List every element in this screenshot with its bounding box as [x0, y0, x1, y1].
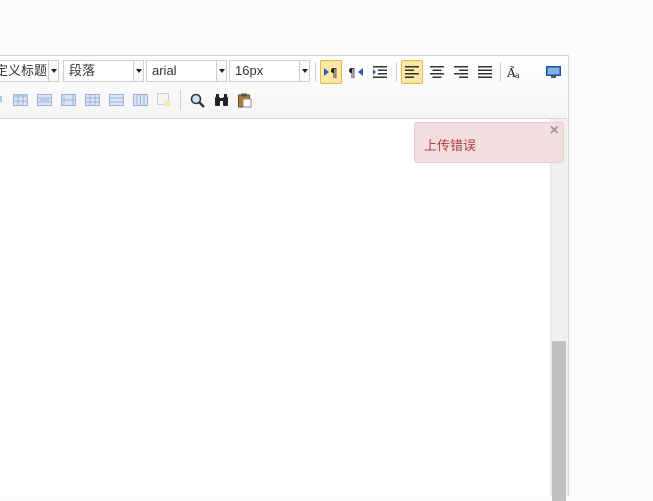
- toolbar-separator: [500, 62, 501, 82]
- search-replace-button[interactable]: [186, 88, 208, 112]
- align-left-button[interactable]: [401, 60, 423, 84]
- merge-cells-button[interactable]: [105, 88, 127, 112]
- insert-row-before-button[interactable]: [9, 88, 31, 112]
- table-delete-icon: [157, 93, 170, 106]
- ltr-direction-icon: ¶: [324, 66, 338, 79]
- indent-button[interactable]: [369, 60, 391, 84]
- table-icon: [84, 94, 100, 106]
- chevron-down-icon: [216, 61, 226, 81]
- align-justify-icon: [478, 66, 492, 78]
- table-icon: [108, 94, 124, 106]
- toolbar-separator: [180, 90, 181, 110]
- svg-text:¶: ¶: [330, 66, 338, 79]
- table-icon: [132, 94, 148, 106]
- scrollbar-thumb[interactable]: [552, 341, 566, 501]
- svg-text:a: a: [515, 71, 520, 79]
- font-family-select-value: arial: [152, 63, 177, 78]
- rtl-direction-icon: ¶: [348, 66, 363, 79]
- split-cells-button[interactable]: [129, 88, 151, 112]
- align-justify-button[interactable]: [474, 60, 496, 84]
- magnifier-icon: [190, 93, 205, 108]
- font-size-select[interactable]: 16px: [229, 60, 310, 82]
- paste-button[interactable]: [234, 88, 256, 112]
- delete-row-button[interactable]: [57, 88, 79, 112]
- insert-row-after-button[interactable]: [33, 88, 55, 112]
- paragraph-select-value: 段落: [69, 63, 96, 78]
- insert-column-button[interactable]: [81, 88, 103, 112]
- notification-message: 上传错误: [424, 138, 477, 153]
- svg-text:¶: ¶: [348, 66, 356, 79]
- table-icon: [12, 94, 28, 106]
- toolbar-separator: [315, 62, 316, 82]
- font-family-select[interactable]: arial: [146, 60, 227, 82]
- rtl-direction-button[interactable]: ¶: [345, 60, 367, 84]
- binoculars-icon: [214, 94, 228, 106]
- editor-content-area[interactable]: [0, 119, 550, 496]
- vertical-scrollbar[interactable]: [550, 119, 568, 501]
- clipboard-icon: [238, 93, 252, 107]
- table-icon: [60, 94, 76, 106]
- close-icon[interactable]: ×: [550, 122, 559, 140]
- editor-toolbar: 定义标题 段落 arial 16px ¶ ¶ A a: [0, 56, 567, 119]
- font-case-icon: Aa: [507, 65, 520, 79]
- indent-icon: [373, 66, 387, 78]
- upload-error-notification: 上传错误 ×: [414, 122, 564, 163]
- custom-heading-select[interactable]: 定义标题: [0, 60, 59, 82]
- chevron-down-icon: [299, 61, 309, 81]
- ltr-direction-button[interactable]: ¶: [320, 60, 342, 84]
- align-left-icon: [405, 66, 419, 78]
- align-right-icon: [454, 66, 468, 78]
- toolbar-separator: [396, 62, 397, 82]
- custom-heading-select-value: 定义标题: [0, 63, 48, 78]
- monitor-icon: [545, 65, 561, 78]
- chevron-down-icon: [48, 61, 58, 81]
- find-button[interactable]: [210, 88, 232, 112]
- font-case-button[interactable]: Aa: [504, 60, 526, 84]
- align-right-button[interactable]: [450, 60, 472, 84]
- table-corner-icon: [0, 96, 2, 102]
- chevron-down-icon: [133, 61, 143, 81]
- paragraph-select[interactable]: 段落: [63, 60, 144, 82]
- preview-button[interactable]: [542, 60, 564, 84]
- delete-table-button[interactable]: [153, 88, 175, 112]
- align-center-icon: [430, 66, 444, 78]
- align-center-button[interactable]: [426, 60, 448, 84]
- table-icon: [36, 94, 52, 106]
- font-size-select-value: 16px: [235, 63, 264, 78]
